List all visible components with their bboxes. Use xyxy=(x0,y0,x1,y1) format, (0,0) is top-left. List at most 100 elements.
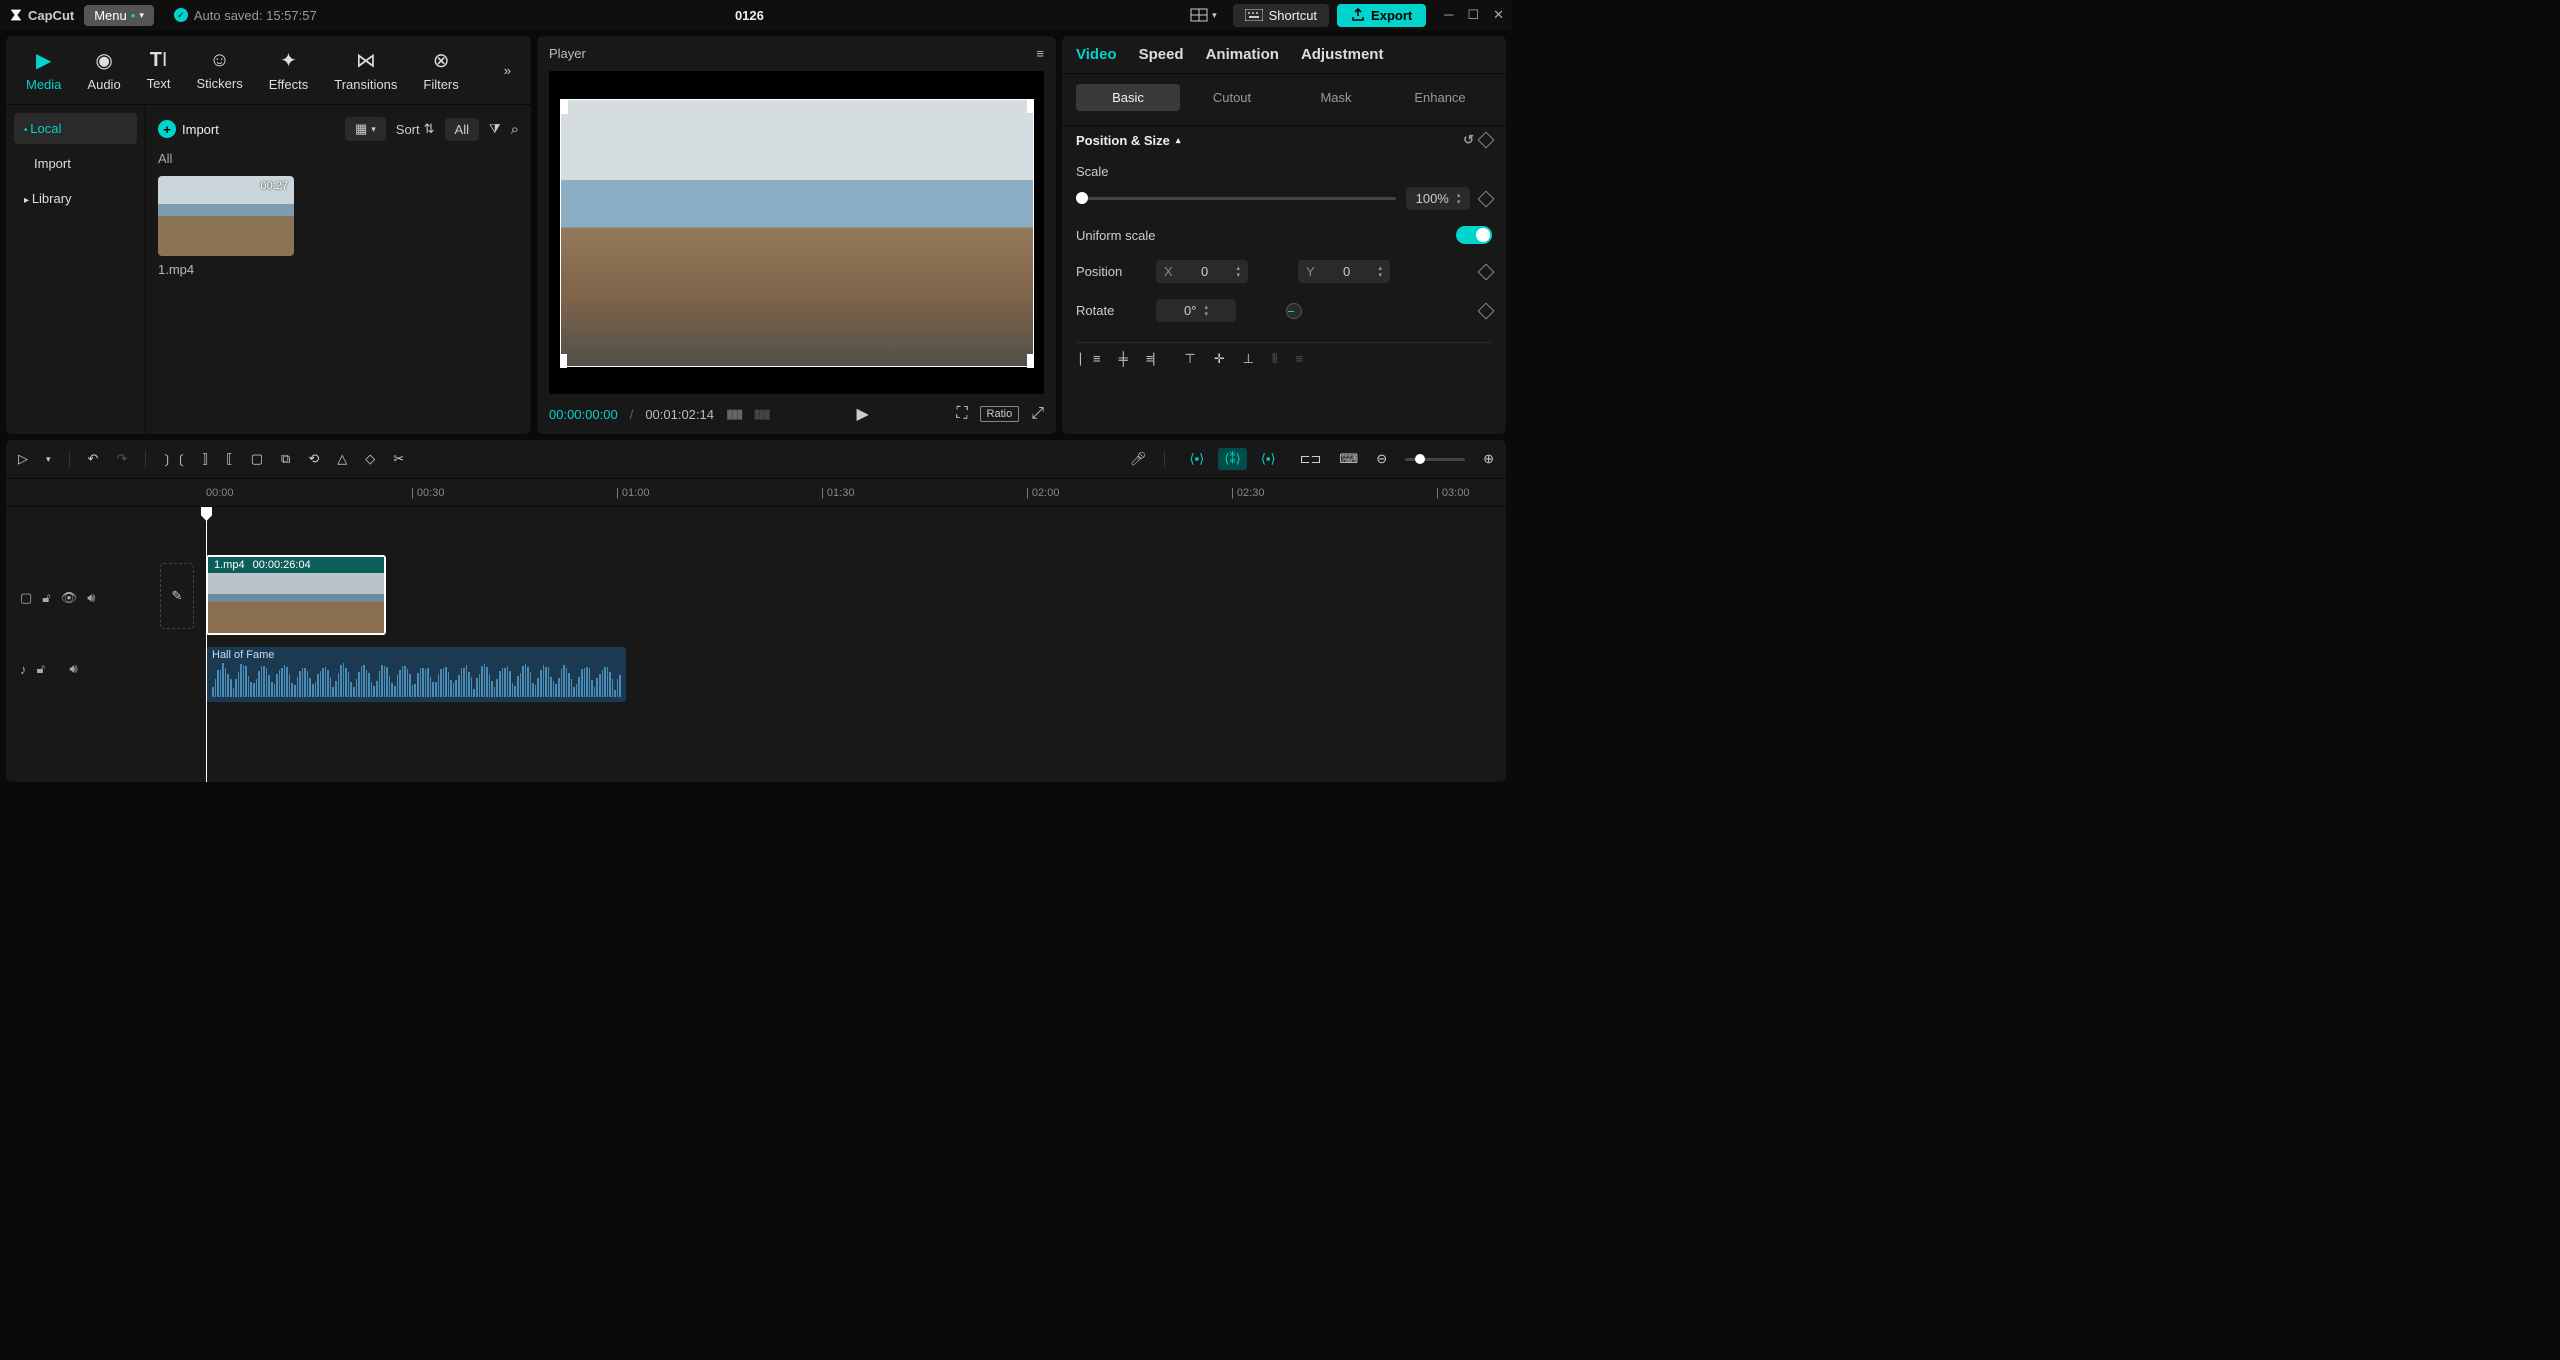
tracks-area[interactable]: ✎ 1.mp4 00:00:26:04 Hall of Fame xyxy=(156,507,1506,782)
edit-track-button[interactable]: ✎ xyxy=(160,563,194,629)
distribute-h-icon[interactable]: ⫴ xyxy=(1272,351,1277,367)
media-clip[interactable]: 00:27 1.mp4 xyxy=(158,176,294,277)
track-lock-icon[interactable]: 🔓︎ xyxy=(42,590,50,606)
position-y-input[interactable]: Y0▴▾ xyxy=(1298,260,1390,283)
export-button[interactable]: Export xyxy=(1337,4,1426,27)
track-mute-icon[interactable]: 🔊︎ xyxy=(70,661,78,677)
subtab-basic[interactable]: Basic xyxy=(1076,84,1180,111)
layout-button[interactable]: ▾ xyxy=(1182,4,1225,26)
track-eye-icon[interactable]: 👁 xyxy=(61,590,78,606)
track-video-icon[interactable]: ▢ xyxy=(20,590,32,606)
preview-icon[interactable]: ⌨ xyxy=(1339,451,1358,467)
snapshot-icon[interactable]: ⛶ xyxy=(956,405,967,423)
timeline-ruler[interactable]: 00:00 | 00:30 | 01:00 | 01:30 | 02:00 | … xyxy=(6,479,1506,507)
track-mute-icon[interactable]: 🔊︎ xyxy=(87,590,95,606)
ratio-button[interactable]: Ratio xyxy=(980,406,1020,422)
maximize-button[interactable]: ☐ xyxy=(1467,7,1479,23)
player-menu-icon[interactable]: ≡ xyxy=(1036,46,1044,61)
minimize-button[interactable]: ─ xyxy=(1444,7,1453,23)
keyframe-icon[interactable] xyxy=(1478,132,1495,149)
trim-left-icon[interactable]: ⟧ xyxy=(202,451,208,467)
pointer-dropdown[interactable]: ▾ xyxy=(46,454,51,465)
zoom-in-icon[interactable]: ⊕ xyxy=(1483,451,1494,467)
scale-slider[interactable] xyxy=(1076,197,1396,200)
insp-tab-adjustment[interactable]: Adjustment xyxy=(1301,46,1384,63)
magnet-icon[interactable]: ⊏⊐ xyxy=(1300,451,1322,467)
position-x-input[interactable]: X0▴▾ xyxy=(1156,260,1248,283)
track-lock-icon[interactable]: 🔓︎ xyxy=(37,661,45,677)
insp-tab-speed[interactable]: Speed xyxy=(1139,46,1184,63)
align-right-icon[interactable]: ≡⎸ xyxy=(1146,351,1167,367)
distribute-v-icon[interactable]: ≡ xyxy=(1295,351,1303,367)
crop-icon[interactable]: ▢ xyxy=(251,451,263,467)
snap-center-icon[interactable]: ⟨⁑⟩ xyxy=(1218,448,1247,470)
tab-media[interactable]: ▶Media xyxy=(16,44,71,96)
crop2-icon[interactable]: ✂ xyxy=(393,451,404,467)
sidebar-library[interactable]: Library xyxy=(14,183,137,214)
rotate-tool-icon[interactable]: ◇ xyxy=(365,451,375,467)
reset-icon[interactable]: ↺ xyxy=(1463,132,1474,148)
tab-transitions[interactable]: ⋈Transitions xyxy=(324,44,407,96)
timeline-video-clip[interactable]: 1.mp4 00:00:26:04 xyxy=(206,555,386,635)
align-center-v-icon[interactable]: ✛ xyxy=(1214,351,1225,367)
view-mode-button[interactable]: ▦▾ xyxy=(345,117,386,141)
compare-icon[interactable]: ▮▮▮ xyxy=(726,406,741,422)
subtab-mask[interactable]: Mask xyxy=(1284,84,1388,111)
align-top-icon[interactable]: ⊤ xyxy=(1184,351,1195,367)
tab-audio[interactable]: ◉Audio xyxy=(77,44,130,96)
timeline-audio-clip[interactable]: Hall of Fame xyxy=(206,647,626,702)
playhead[interactable] xyxy=(206,507,207,782)
rotate-input[interactable]: 0°▴▾ xyxy=(1156,299,1236,322)
close-button[interactable]: ✕ xyxy=(1493,7,1504,23)
copy-icon[interactable]: ⧉ xyxy=(281,451,290,467)
subtab-enhance[interactable]: Enhance xyxy=(1388,84,1492,111)
sort-button[interactable]: Sort⇅ xyxy=(396,121,435,137)
snap-left-icon[interactable]: ⟨▪⟩ xyxy=(1183,448,1210,470)
filter-all-button[interactable]: All xyxy=(445,118,479,141)
sidebar-import[interactable]: Import xyxy=(14,148,137,179)
compare-icon-2[interactable]: ▮▮▮ xyxy=(753,406,768,422)
player-viewport[interactable] xyxy=(549,71,1044,394)
tab-stickers[interactable]: ☺Stickers xyxy=(187,45,253,95)
track-audio-icon[interactable]: ♪ xyxy=(20,662,27,677)
capcut-icon xyxy=(8,7,24,23)
zoom-out-icon[interactable]: ⊖ xyxy=(1376,451,1387,467)
keyframe-scale[interactable] xyxy=(1478,190,1495,207)
align-bottom-icon[interactable]: ⊥ xyxy=(1243,351,1254,367)
filter-icon[interactable]: ⧩ xyxy=(489,121,501,137)
search-icon[interactable]: ⌕ xyxy=(511,121,519,138)
group-position-size[interactable]: Position & Size ▴ ↺ xyxy=(1076,132,1492,148)
section-all: All xyxy=(158,151,519,166)
timecode-current[interactable]: 00:00:00:00 xyxy=(549,407,618,422)
insp-tab-animation[interactable]: Animation xyxy=(1206,46,1279,63)
align-left-icon[interactable]: ⎸≡ xyxy=(1080,351,1101,367)
tabs-overflow[interactable]: » xyxy=(494,57,521,84)
tab-filters[interactable]: ⊗Filters xyxy=(413,44,468,96)
zoom-slider[interactable] xyxy=(1405,458,1465,461)
uniform-scale-toggle[interactable] xyxy=(1456,226,1492,244)
keyframe-rotate[interactable] xyxy=(1478,302,1495,319)
keyframe-position[interactable] xyxy=(1478,263,1495,280)
undo-icon[interactable]: ↶ xyxy=(88,451,99,467)
mirror-icon[interactable]: △ xyxy=(337,451,347,467)
scale-input[interactable]: 100%▴▾ xyxy=(1406,187,1470,210)
reverse-icon[interactable]: ⟲ xyxy=(308,451,319,467)
insp-tab-video[interactable]: Video xyxy=(1076,46,1117,63)
fullscreen-icon[interactable]: ⤢ xyxy=(1031,405,1044,423)
trim-right-icon[interactable]: ⟦ xyxy=(226,451,232,467)
tab-effects[interactable]: ✦Effects xyxy=(259,44,319,96)
mic-icon[interactable]: 🎤︎ xyxy=(1130,451,1147,467)
rotate-dial[interactable] xyxy=(1286,303,1302,319)
snap-right-icon[interactable]: ⟨▪⟩ xyxy=(1255,448,1282,470)
sidebar-local[interactable]: Local xyxy=(14,113,137,144)
pointer-tool-icon[interactable]: ▷ xyxy=(18,451,28,467)
split-icon[interactable]: 〕〔 xyxy=(164,450,184,469)
play-button[interactable]: ▶ xyxy=(856,404,868,424)
redo-icon[interactable]: ↷ xyxy=(116,451,127,467)
shortcut-button[interactable]: Shortcut xyxy=(1233,4,1329,27)
align-center-h-icon[interactable]: ╪ xyxy=(1119,351,1128,367)
tab-text[interactable]: TIText xyxy=(137,45,181,95)
menu-button[interactable]: Menu • ▾ xyxy=(84,5,154,26)
subtab-cutout[interactable]: Cutout xyxy=(1180,84,1284,111)
import-button[interactable]: + Import xyxy=(158,120,219,138)
